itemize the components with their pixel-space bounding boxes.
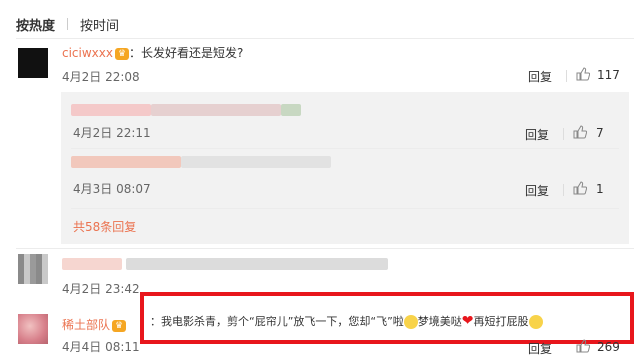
view-all-replies-link[interactable]: 共58条回复 [73,218,136,235]
comment-text-part1: 我电影杀青，剪个“屁帘儿”放飞一下，您却“飞”啦 [161,315,404,328]
smile-emoji-icon [528,315,543,329]
like-count: 1 [596,182,604,196]
sub-comments-panel: 4月2日 22:11 回复 7 4月3日 08:07 回复 1 共58条回复 [61,92,629,244]
comment-colon: ： [128,46,141,60]
thumbs-up-icon[interactable] [576,339,590,353]
username-link[interactable]: 稀土部队 [62,318,110,332]
action-separator [563,128,564,140]
sort-by-time-tab[interactable]: 按时间 [80,15,119,34]
vip-icon: ♛ [114,47,129,60]
thumbs-up-icon[interactable] [573,125,587,139]
comment-colon: ： [150,315,161,328]
action-separator [566,70,567,82]
comment-header: ciciwxxx ♛ ：长发好看还是短发? [62,44,243,61]
reply-button[interactable]: 回复 [528,340,552,357]
like-count: 269 [597,340,620,354]
reply-button[interactable]: 回复 [528,68,552,85]
avatar[interactable] [18,254,48,284]
sort-separator [67,18,69,30]
comment-text: 长发好看还是短发? [141,46,244,60]
username-link[interactable]: ciciwxxx [62,46,113,60]
comment-time: 4月2日 23:42 [62,282,140,296]
comment-divider [16,248,634,249]
comment-time: 4月4日 08:11 [62,340,140,354]
comment-text-part3: 再短打屁股 [473,315,529,328]
comment-header: 稀土部队 ♛ [62,316,127,333]
comment-text-part2: 梦境美哒 [417,315,462,328]
comment-time: 4月2日 22:11 [73,126,151,140]
sort-bar: 按热度 按时间 [16,14,119,34]
reply-button[interactable]: 回复 [525,182,549,199]
crying-emoji-icon [403,315,418,329]
reply-button[interactable]: 回复 [525,126,549,143]
thumbs-up-icon[interactable] [573,181,587,195]
redacted-username [71,156,181,168]
redacted-text [181,156,331,168]
like-count: 7 [596,126,604,140]
heart-icon: ❤ [461,313,474,329]
redacted-username [62,258,122,270]
vip-icon: ♛ [112,319,127,332]
sort-by-hot-tab[interactable]: 按热度 [16,15,55,34]
redacted-username [71,104,151,116]
avatar[interactable] [18,314,48,344]
sub-divider [71,148,619,149]
thumbs-up-icon[interactable] [576,67,590,81]
comment-time: 4月3日 08:07 [73,182,151,196]
redacted-text [126,258,388,270]
sub-divider [71,208,619,209]
action-separator [563,184,564,196]
avatar[interactable] [18,48,48,78]
like-count: 117 [597,68,620,82]
redacted-text [281,104,301,116]
redacted-text [151,104,281,116]
highlighted-comment-text: ：我电影杀青，剪个“屁帘儿”放飞一下，您却“飞”啦 梦境美哒❤再短打屁股 [150,313,543,329]
comment-time: 4月2日 22:08 [62,70,140,84]
header-divider [16,38,634,39]
